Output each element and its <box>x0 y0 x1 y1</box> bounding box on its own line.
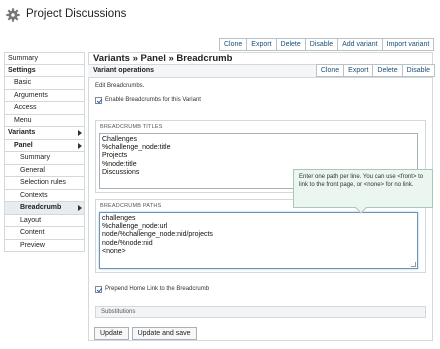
sidebar-item-label: Summary <box>20 154 50 161</box>
sidebar-item-label: Arguments <box>14 91 48 99</box>
textarea-line: %challenge_node:title <box>102 144 171 152</box>
sidebar-item-label: Contexts <box>20 191 48 199</box>
sidebar-item-content[interactable]: Content <box>4 227 85 240</box>
substitutions-fieldset[interactable]: Substitutions <box>95 306 426 318</box>
textarea-line: %challenge_node:url <box>102 223 168 231</box>
form-actions: Update Update and save <box>94 327 197 340</box>
textarea-line: Projects <box>102 152 128 160</box>
textarea-line: Challenges <box>102 136 138 143</box>
textarea-line: <none> <box>102 247 126 255</box>
edit-breadcrumbs-label: Edit Breadcrumbs. <box>95 83 145 89</box>
sidebar-item-breadcrumb[interactable]: Breadcrumb <box>4 202 85 215</box>
sidebar-item-label: Layout <box>20 216 42 224</box>
sidebar-item-label: Preview <box>20 241 45 249</box>
enable-breadcrumbs-checkbox[interactable] <box>95 96 102 104</box>
import-variant-button[interactable]: Import variant <box>381 38 435 51</box>
chevron-right-icon <box>78 130 82 136</box>
variant-delete-button[interactable]: Delete <box>372 64 403 77</box>
variant-operations-bar: Variant operations Clone Export Delete D… <box>88 64 435 78</box>
sidebar-item-layout[interactable]: Layout <box>4 214 85 227</box>
breadcrumb-paths-legend: BREADCRUMB PATHS <box>100 203 162 209</box>
breadcrumb-paths-fieldset: BREADCRUMB PATHS challenges %challenge_n… <box>95 199 426 273</box>
sidebar-item-label: Content <box>20 229 45 236</box>
sidebar-item-panel-summary[interactable]: Summary <box>4 152 85 165</box>
variant-disable-button[interactable]: Disable <box>401 64 435 77</box>
prepend-home-label: Prepend Home Link to the Breadcrumb <box>105 286 210 292</box>
sidebar-item-panel[interactable]: Panel <box>4 139 85 152</box>
add-variant-button[interactable]: Add variant <box>337 38 383 51</box>
variant-actions: Clone Export Delete Disable <box>315 64 435 77</box>
update-and-save-button[interactable]: Update and save <box>131 327 197 340</box>
prepend-home-row: Prepend Home Link to the Breadcrumb <box>95 283 209 295</box>
sidebar-item-label: General <box>20 166 45 174</box>
sidebar-item-label: Basic <box>14 79 32 86</box>
sidebar-item-arguments[interactable]: Arguments <box>4 89 85 102</box>
sidebar-item-label: Access <box>14 104 37 111</box>
chevron-right-icon <box>78 142 82 149</box>
sidebar-item-selection-rules[interactable]: Selection rules <box>4 177 85 190</box>
resize-handle-icon[interactable] <box>411 262 416 267</box>
sidebar-item-menu[interactable]: Menu <box>4 114 85 127</box>
sidebar-item-label: Panel <box>14 141 33 149</box>
breadcrumb: Variants » Panel » Breadcrumb <box>93 53 233 64</box>
chevron-right-icon <box>78 205 82 211</box>
gear-icon <box>6 8 20 22</box>
breadcrumb-titles-legend: BREADCRUMB TITLES <box>100 124 163 130</box>
sidebar-item-label: Breadcrumb <box>20 204 62 211</box>
sidebar-item-label: Summary <box>8 55 38 62</box>
page-header: Project Discussions <box>0 0 440 32</box>
sidebar-item-access[interactable]: Access <box>4 102 85 115</box>
tooltip-text: Enter one path per line. You can use <fr… <box>299 174 424 188</box>
sidebar: Summary Settings Basic Arguments Access … <box>4 52 85 252</box>
sidebar-item-preview[interactable]: Preview <box>4 239 85 252</box>
variant-clone-button[interactable]: Clone <box>315 64 345 77</box>
page-title: Project Discussions <box>26 8 127 20</box>
sidebar-item-basic[interactable]: Basic <box>4 77 85 90</box>
sidebar-item-settings[interactable]: Settings <box>4 64 85 77</box>
enable-breadcrumbs-row: Enable Breadcrumbs for this Variant <box>95 94 201 106</box>
update-button[interactable]: Update <box>94 327 129 340</box>
textarea-line: challenges <box>102 215 136 222</box>
sidebar-item-label: Variants <box>8 129 36 136</box>
breadcrumb-paths-textarea[interactable]: challenges %challenge_node:url node/%cha… <box>99 212 418 269</box>
top-actions: Clone Export Delete Disable Add variant … <box>219 38 435 51</box>
sidebar-item-contexts[interactable]: Contexts <box>4 189 85 202</box>
variant-operations-label: Variant operations <box>93 67 155 74</box>
sidebar-item-label: Settings <box>8 66 36 74</box>
export-button[interactable]: Export <box>246 38 277 51</box>
textarea-line: node/%node:nid <box>102 239 153 247</box>
textarea-line: %node:title <box>102 160 137 168</box>
clone-button[interactable]: Clone <box>219 38 248 51</box>
variant-export-button[interactable]: Export <box>343 64 374 77</box>
paths-help-tooltip: Enter one path per line. You can use <fr… <box>293 169 433 214</box>
sidebar-item-label: Selection rules <box>20 179 66 186</box>
delete-button[interactable]: Delete <box>275 38 306 51</box>
sidebar-item-general[interactable]: General <box>4 164 85 177</box>
prepend-home-checkbox[interactable] <box>95 285 102 293</box>
textarea-line: node/%challenge_node:nid/projects <box>102 231 213 239</box>
enable-breadcrumbs-label: Enable Breadcrumbs for this Variant <box>105 97 201 103</box>
sidebar-item-summary[interactable]: Summary <box>4 52 85 65</box>
sidebar-item-variants[interactable]: Variants <box>4 127 85 140</box>
sidebar-item-label: Menu <box>14 116 32 124</box>
disable-button[interactable]: Disable <box>304 38 339 51</box>
